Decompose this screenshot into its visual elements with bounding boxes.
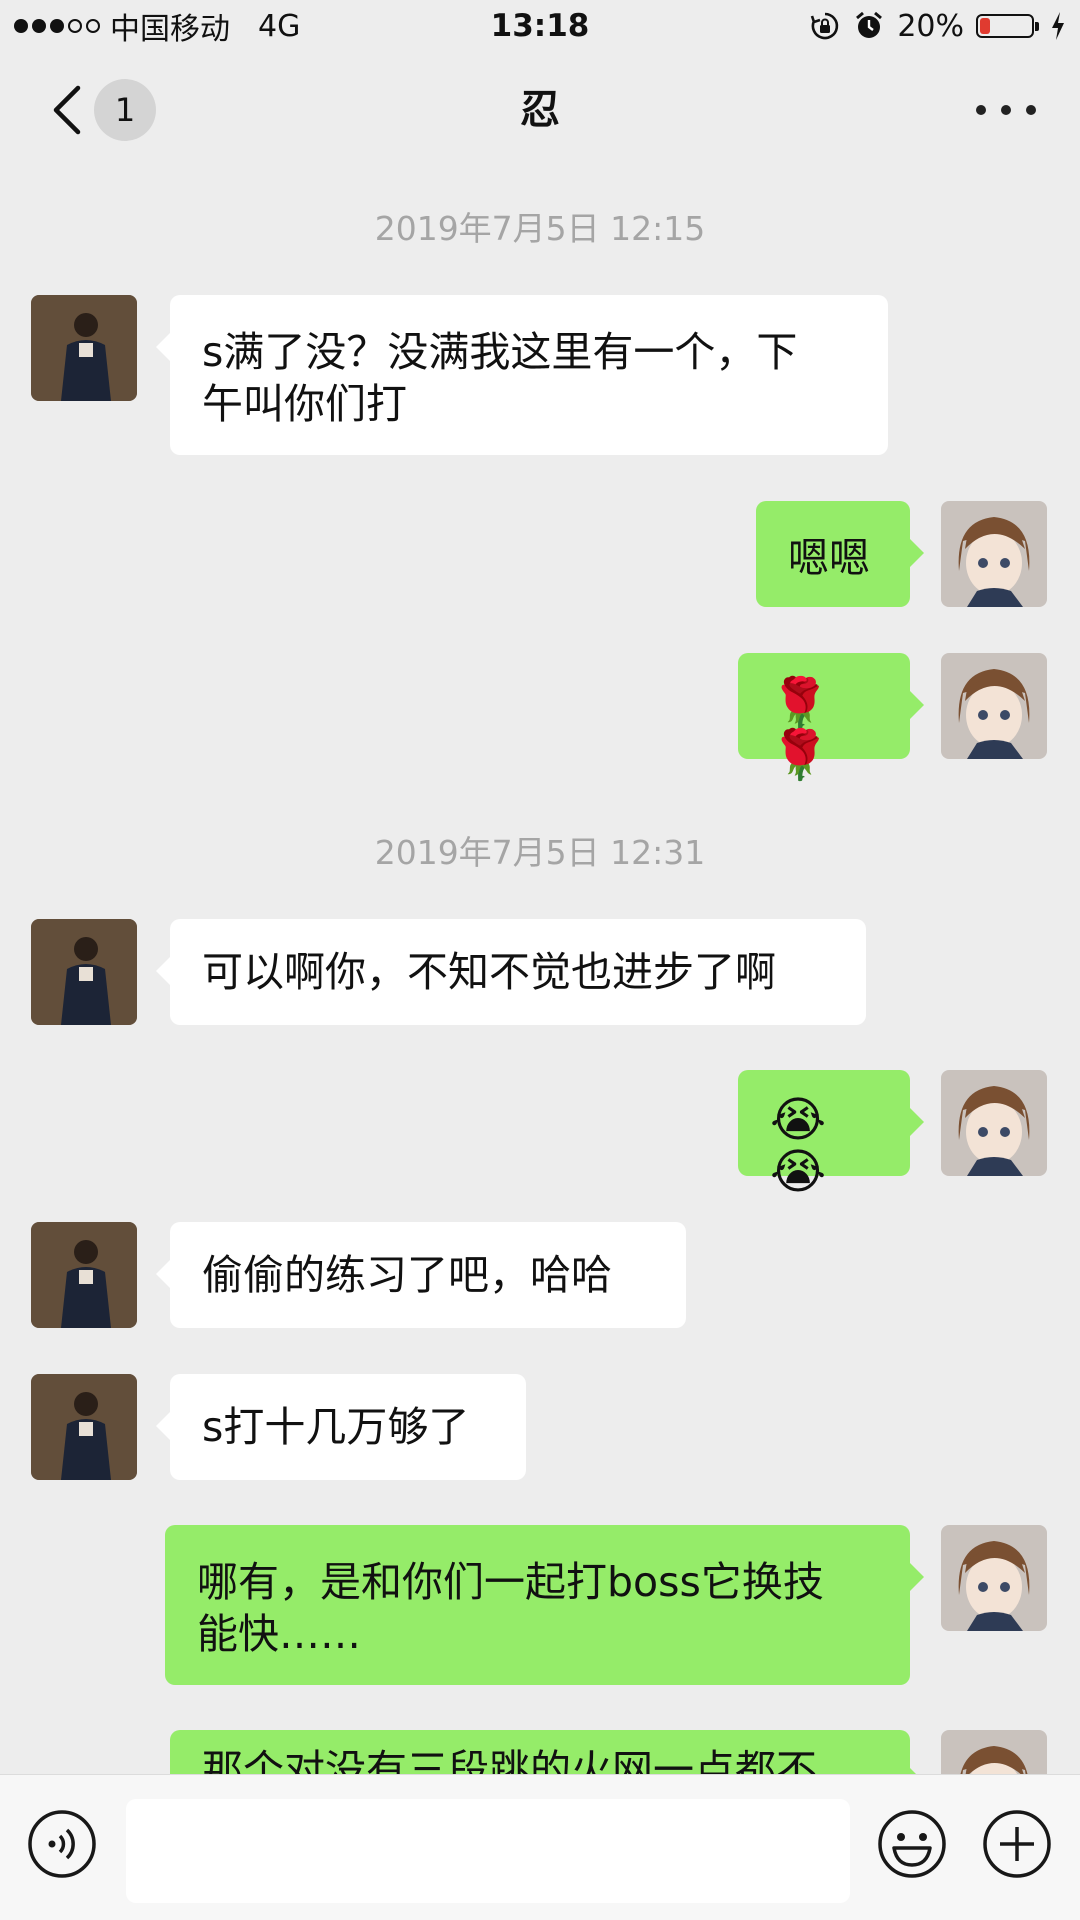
input-bar — [0, 1774, 1080, 1920]
nav-bar: 1 忍 — [0, 54, 1080, 164]
message-input[interactable] — [126, 1799, 850, 1903]
message-bubble-incoming[interactable]: s满了没？没满我这里有一个，下 午叫你们打 — [156, 295, 888, 455]
message-text: 嗯嗯 — [788, 534, 870, 582]
alarm-icon — [856, 11, 883, 38]
message-text-line: s满了没？没满我这里有一个，下 — [202, 328, 798, 376]
self-avatar[interactable] — [941, 1730, 1047, 1774]
contact-avatar[interactable] — [31, 1374, 137, 1480]
message-text-line: 能快…… — [197, 1610, 361, 1658]
message-bubble-incoming[interactable]: s打十几万够了 — [156, 1374, 526, 1480]
chat-message-list[interactable]: 2019年7月5日 12:15 s满了没？没满我这里有一个，下 午叫你们打 嗯嗯… — [0, 164, 1080, 1774]
message-bubble-incoming[interactable]: 偷偷的练习了吧，哈哈 — [156, 1222, 686, 1328]
self-avatar[interactable] — [941, 501, 1047, 607]
message-bubble-outgoing[interactable]: 😭😭 — [738, 1070, 924, 1198]
timestamp: 2019年7月5日 12:15 — [374, 209, 706, 248]
ellipsis-icon — [976, 105, 986, 115]
self-avatar[interactable] — [941, 653, 1047, 759]
message-text-line: 午叫你们打 — [202, 380, 407, 428]
message-bubble-incoming[interactable]: 可以啊你，不知不觉也进步了啊 — [156, 919, 866, 1025]
voice-button[interactable] — [27, 1809, 97, 1879]
self-avatar[interactable] — [941, 1525, 1047, 1631]
battery-percent: 20% — [897, 8, 964, 44]
message-text: 偷偷的练习了吧，哈哈 — [202, 1251, 612, 1299]
battery-level-fill — [980, 18, 990, 34]
battery-icon — [976, 14, 1039, 38]
contact-avatar[interactable] — [31, 1222, 137, 1328]
contact-avatar[interactable] — [31, 919, 137, 1025]
status-right: 20% — [809, 6, 1066, 46]
emoji-button[interactable] — [877, 1809, 947, 1879]
message-emoji: 😭😭 — [770, 1092, 827, 1200]
message-text: 可以啊你，不知不觉也进步了啊 — [202, 948, 776, 996]
self-avatar[interactable] — [941, 1070, 1047, 1176]
message-bubble-outgoing[interactable]: 哪有，是和你们一起打boss它换技 能快…… — [165, 1525, 924, 1685]
message-bubble-outgoing[interactable]: 那个对没有三段跳的火网一点都不 — [170, 1730, 924, 1774]
message-bubble-outgoing[interactable]: 🌹 🌹 — [738, 653, 924, 781]
plus-button[interactable] — [982, 1809, 1052, 1879]
message-text: s打十几万够了 — [202, 1403, 470, 1451]
status-bar: 中国移动 4G 13:18 20% — [0, 0, 1080, 54]
rotation-lock-icon — [811, 12, 839, 40]
contact-avatar[interactable] — [31, 295, 137, 401]
more-options-button[interactable] — [976, 94, 1036, 126]
charging-bolt-icon — [1052, 12, 1064, 40]
message-text-line: 哪有，是和你们一起打boss它换技 — [197, 1558, 824, 1606]
timestamp: 2019年7月5日 12:31 — [374, 833, 706, 872]
message-bubble-outgoing[interactable]: 嗯嗯 — [756, 501, 924, 607]
message-text: 那个对没有三段跳的火网一点都不 — [202, 1746, 817, 1774]
chat-title: 忍 — [520, 87, 560, 133]
message-emoji: 🌹 🌹 — [770, 675, 830, 783]
